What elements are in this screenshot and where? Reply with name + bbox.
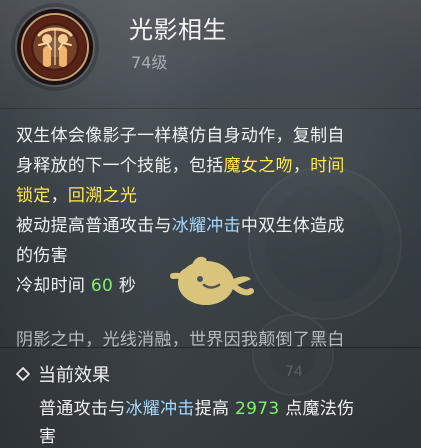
- section-divider: [0, 347, 421, 348]
- flavor-text: 阴影之中，光线消融，世界因我颠倒了黑白: [16, 330, 345, 350]
- current-effect-header: 当前效果: [16, 361, 110, 387]
- current-effect-value: 2973: [235, 399, 280, 419]
- current-effect-title: 当前效果: [38, 365, 110, 386]
- skill-link-time-lock-part-2: 锁定: [16, 186, 51, 206]
- twin-figure-icon: [17, 9, 93, 85]
- description-line-1: 双生体会像影子一样模仿自身动作，复制自: [16, 121, 405, 151]
- cooldown-prefix: 冷却时间: [16, 276, 91, 296]
- skill-tooltip: 光影相生 74级 74 双生体会像影子一样模仿自身动作，复制自 身释放的下一个技…: [0, 0, 421, 448]
- description-line-3-separator: ，: [50, 186, 68, 206]
- watermark-number: 74: [285, 364, 303, 380]
- current-effect-mid: 提高: [194, 399, 236, 419]
- description-line-2-prefix: 身释放的下一个技能，包括: [16, 156, 224, 176]
- description-line-5-text: 的伤害: [16, 246, 68, 266]
- cooldown-suffix: 秒: [113, 276, 137, 296]
- description-line-4-prefix: 被动提高普通攻击与: [16, 216, 172, 236]
- skill-header: 光影相生 74级: [0, 0, 421, 109]
- current-effect-line-2: 害: [39, 427, 57, 447]
- description-line-3: 锁定，回溯之光: [16, 181, 405, 211]
- description-line-1-text: 双生体会像影子一样模仿自身动作，复制自: [16, 126, 345, 146]
- description-line-2: 身释放的下一个技能，包括魔女之吻，时间: [16, 151, 405, 181]
- skill-level: 74级: [131, 53, 168, 72]
- description-line-2-separator: ，: [292, 156, 311, 176]
- diamond-bullet-icon: [16, 367, 30, 381]
- skill-link-ice-shock: 冰耀冲击: [171, 216, 241, 236]
- current-effect-prefix: 普通攻击与: [39, 399, 126, 419]
- current-effect-suffix: 点魔法伤: [279, 399, 355, 419]
- skill-link-magic-kiss: 魔女之吻: [223, 156, 293, 176]
- description-line-4-suffix: 中双生体造成: [240, 216, 345, 236]
- current-effect-text: 普通攻击与冰耀冲击提高 2973 点魔法伤 害: [39, 395, 405, 448]
- current-effect-skill: 冰耀冲击: [125, 399, 195, 419]
- skill-description: 双生体会像影子一样模仿自身动作，复制自 身释放的下一个技能，包括魔女之吻，时间 …: [0, 109, 421, 355]
- description-line-5: 的伤害: [16, 241, 405, 271]
- description-line-4: 被动提高普通攻击与冰耀冲击中双生体造成: [16, 211, 405, 241]
- skill-link-rewind-light: 回溯之光: [67, 186, 138, 206]
- skill-title: 光影相生: [129, 16, 227, 44]
- skill-link-time-lock-part-1: 时间: [310, 156, 345, 176]
- cooldown-line: 冷却时间 60 秒: [16, 271, 405, 301]
- cooldown-value: 60: [90, 276, 114, 296]
